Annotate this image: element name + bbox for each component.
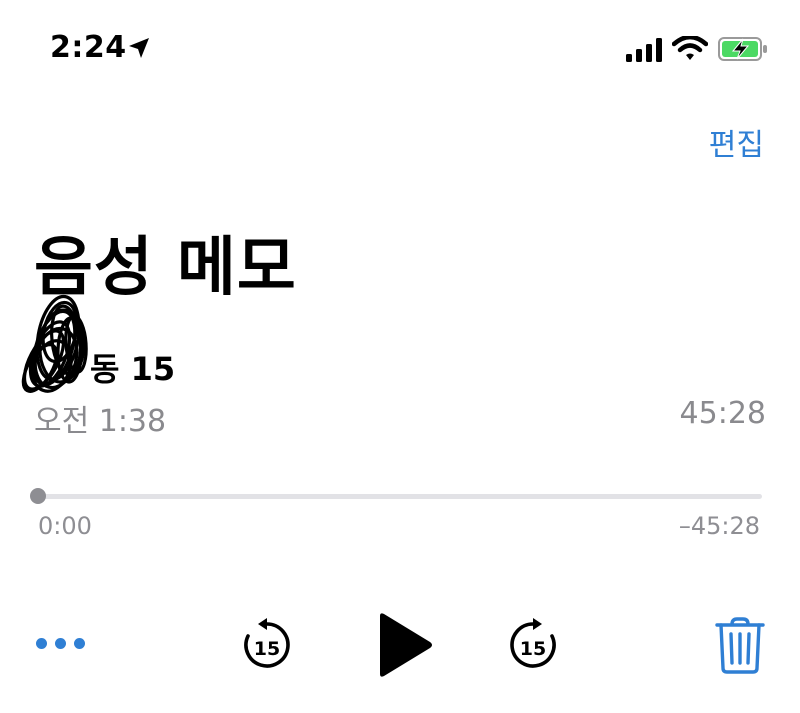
cellular-signal-icon xyxy=(626,38,662,62)
recording-duration: 45:28 xyxy=(679,396,766,431)
more-icon-dot xyxy=(74,638,85,649)
skip-back-15-icon[interactable]: 15 xyxy=(240,618,294,672)
scrubber-handle[interactable] xyxy=(30,488,46,504)
elapsed-time: 0:00 xyxy=(38,512,92,540)
location-arrow-icon xyxy=(129,38,149,58)
play-icon xyxy=(380,613,432,677)
status-time: 2:24 xyxy=(50,30,127,65)
skip-back-label: 15 xyxy=(254,638,280,660)
redaction-scribble xyxy=(21,294,88,393)
skip-forward-15-icon[interactable]: 15 xyxy=(506,618,560,672)
play-button[interactable] xyxy=(374,612,434,678)
more-button[interactable] xyxy=(36,636,86,652)
trash-icon[interactable] xyxy=(714,616,766,674)
remaining-time: –45:28 xyxy=(678,512,760,540)
wifi-icon xyxy=(672,36,708,60)
skip-forward-label: 15 xyxy=(520,638,546,660)
playback-scrubber[interactable] xyxy=(38,494,762,499)
battery-charging-icon xyxy=(718,37,767,61)
edit-button[interactable]: 편집 xyxy=(709,120,764,164)
more-icon xyxy=(36,638,47,649)
more-icon-dot xyxy=(55,638,66,649)
recording-date: 오전 1:38 xyxy=(34,404,167,439)
